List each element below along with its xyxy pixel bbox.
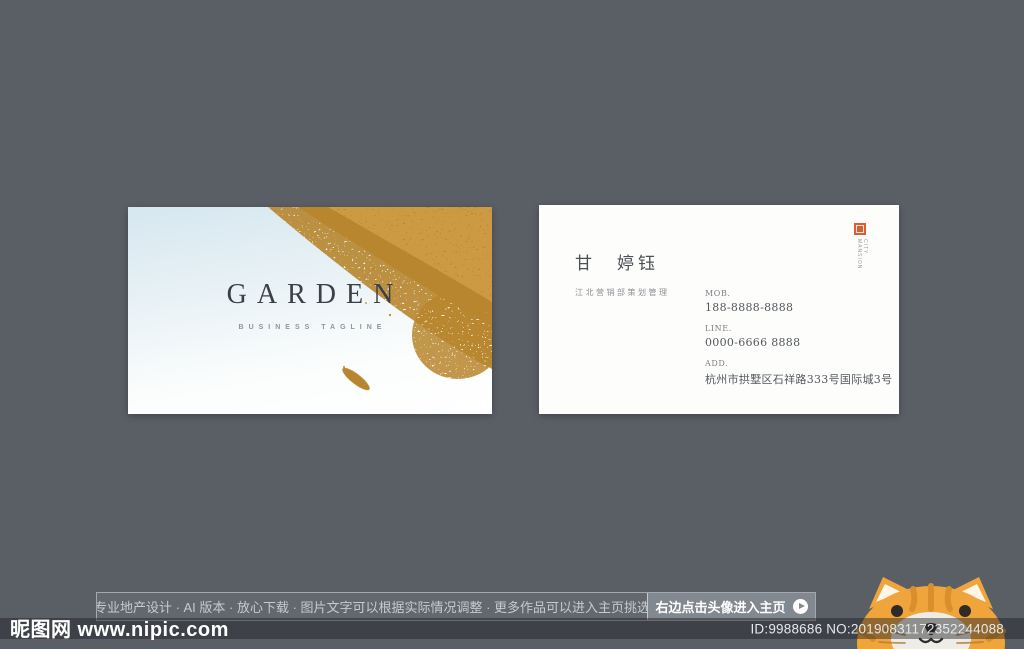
seal-caption: CITY MANSION — [856, 239, 868, 270]
image-id-text: ID:9988686 NO:20190831172352244088 — [750, 621, 1004, 636]
contact-value: 杭州市拱墅区石祥路333号国际城3号 — [705, 373, 893, 386]
contact-value: 0000-6666 8888 — [705, 336, 801, 349]
contact-address: ADD. 杭州市拱墅区石祥路333号国际城3号 — [705, 359, 892, 387]
seal-icon — [854, 223, 866, 235]
contact-label: MOB. — [705, 289, 731, 298]
business-card-front: GARDEN BUSINESS TAGLINE — [128, 207, 492, 414]
contact-list: MOB. 188-8888-8888 LINE. 0000-6666 8888 … — [705, 289, 892, 397]
person-name: 甘 婷钰 — [575, 254, 659, 274]
site-watermark: 昵图网 www.nipic.com — [10, 619, 229, 641]
brand-tagline: BUSINESS TAGLINE — [238, 324, 387, 331]
contact-mobile: MOB. 188-8888-8888 — [705, 289, 892, 314]
play-icon — [792, 599, 808, 614]
contact-value: 188-8888-8888 — [705, 301, 794, 314]
business-card-back: CITY MANSION 甘 婷钰 江北营销部策划管理 MOB. 188-888… — [539, 205, 899, 414]
contact-label: LINE. — [705, 324, 732, 333]
page: GARDEN BUSINESS TAGLINE CITY MANSION 甘 婷… — [0, 0, 1024, 649]
person-block: 甘 婷钰 江北营销部策划管理 — [575, 249, 670, 298]
brand-block: GARDEN BUSINESS TAGLINE — [128, 279, 492, 331]
brand-name: GARDEN — [226, 279, 404, 310]
go-home-button[interactable]: 右边点击头像进入主页 — [647, 593, 815, 620]
go-home-button-label: 右边点击头像进入主页 — [655, 600, 786, 615]
contact-label: ADD. — [705, 359, 729, 368]
contact-line: LINE. 0000-6666 8888 — [705, 324, 892, 349]
person-title: 江北营销部策划管理 — [575, 288, 670, 297]
